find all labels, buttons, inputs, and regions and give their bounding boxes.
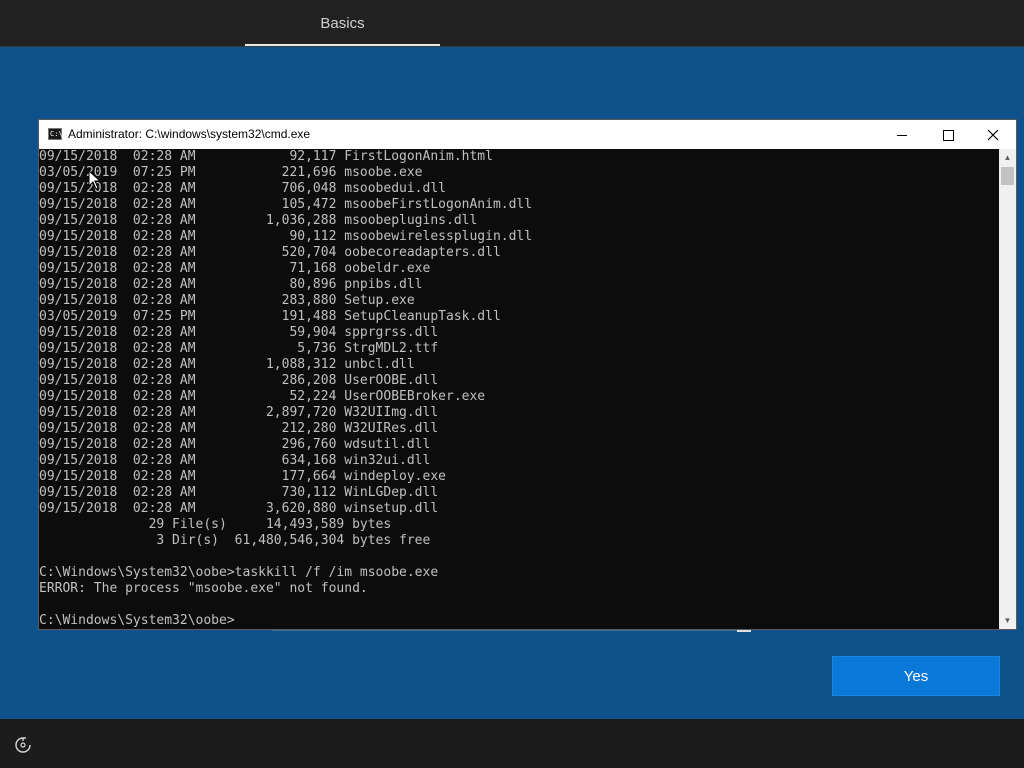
console-line: 09/15/2018 02:28 AM 80,896 pnpibs.dll bbox=[39, 277, 423, 292]
console-line: C:\Windows\System32\oobe> bbox=[39, 613, 235, 628]
maximize-button[interactable] bbox=[925, 120, 971, 149]
console-line: 3 Dir(s) 61,480,546,304 bytes free bbox=[39, 533, 431, 548]
scroll-up-icon[interactable]: ▲ bbox=[999, 149, 1016, 166]
console-line: 09/15/2018 02:28 AM 105,472 msoobeFirstL… bbox=[39, 197, 533, 212]
cmd-window-title: Administrator: C:\windows\system32\cmd.e… bbox=[68, 127, 311, 141]
console-line: 09/15/2018 02:28 AM 5,736 StrgMDL2.ttf bbox=[39, 341, 439, 356]
console-line: 09/15/2018 02:28 AM 71,168 oobeldr.exe bbox=[39, 261, 431, 276]
minimize-icon bbox=[897, 134, 907, 136]
scrollbar-thumb[interactable] bbox=[1001, 167, 1014, 185]
maximize-icon bbox=[942, 129, 954, 141]
mouse-cursor-icon bbox=[88, 170, 102, 190]
console-line: 03/05/2019 07:25 PM 191,488 SetupCleanup… bbox=[39, 309, 501, 324]
console-line: 09/15/2018 02:28 AM 730,112 WinLGDep.dll bbox=[39, 485, 439, 500]
cmd-titlebar[interactable]: C:\ Administrator: C:\windows\system32\c… bbox=[39, 120, 1016, 149]
scroll-down-icon[interactable]: ▼ bbox=[999, 612, 1016, 629]
console-line: 09/15/2018 02:28 AM 1,036,288 msoobeplug… bbox=[39, 213, 478, 228]
console-line: 09/15/2018 02:28 AM 1,088,312 unbcl.dll bbox=[39, 357, 415, 372]
close-icon bbox=[987, 129, 999, 141]
console-line: 09/15/2018 02:28 AM 706,048 msoobedui.dl… bbox=[39, 181, 446, 196]
cmd-window[interactable]: C:\ Administrator: C:\windows\system32\c… bbox=[39, 120, 1016, 629]
console-line: 09/15/2018 02:28 AM 212,280 W32UIRes.dll bbox=[39, 421, 439, 436]
console-line: 09/15/2018 02:28 AM 520,704 oobecoreadap… bbox=[39, 245, 501, 260]
accessibility-icon[interactable] bbox=[14, 736, 32, 754]
console-output[interactable]: 09/15/2018 02:28 AM 92,117 FirstLogonAni… bbox=[39, 149, 999, 629]
yes-button[interactable]: Yes bbox=[832, 656, 1000, 696]
console-line: 09/15/2018 02:28 AM 52,224 UserOOBEBroke… bbox=[39, 389, 486, 404]
minimize-button[interactable] bbox=[879, 120, 925, 149]
console-line: 09/15/2018 02:28 AM 283,880 Setup.exe bbox=[39, 293, 415, 308]
console-line: 09/15/2018 02:28 AM 296,760 wdsutil.dll bbox=[39, 437, 431, 452]
oobe-top-bar: Basics bbox=[0, 0, 1024, 47]
console-line: 09/15/2018 02:28 AM 286,208 UserOOBE.dll bbox=[39, 373, 439, 388]
progress-line bbox=[272, 629, 742, 631]
console-line: 09/15/2018 02:28 AM 177,664 windeploy.ex… bbox=[39, 469, 446, 484]
console-line: 09/15/2018 02:28 AM 634,168 win32ui.dll bbox=[39, 453, 431, 468]
console-line: ERROR: The process "msoobe.exe" not foun… bbox=[39, 581, 368, 596]
console-line: C:\Windows\System32\oobe>taskkill /f /im… bbox=[39, 565, 439, 580]
close-button[interactable] bbox=[970, 120, 1016, 149]
console-line: 09/15/2018 02:28 AM 92,117 FirstLogonAni… bbox=[39, 149, 493, 164]
console-line: 09/15/2018 02:28 AM 59,904 spprgrss.dll bbox=[39, 325, 439, 340]
console-scrollbar[interactable]: ▲ ▼ bbox=[999, 149, 1016, 629]
oobe-footer bbox=[0, 719, 1024, 768]
cmd-icon: C:\ bbox=[48, 128, 63, 140]
console-line: 09/15/2018 02:28 AM 90,112 msoobewireles… bbox=[39, 229, 533, 244]
tab-basics[interactable]: Basics bbox=[245, 0, 440, 46]
console-line: 09/15/2018 02:28 AM 3,620,880 winsetup.d… bbox=[39, 501, 439, 516]
console-line: 03/05/2019 07:25 PM 221,696 msoobe.exe bbox=[39, 165, 423, 180]
console-line: 09/15/2018 02:28 AM 2,897,720 W32UIImg.d… bbox=[39, 405, 439, 420]
console-line: 29 File(s) 14,493,589 bytes bbox=[39, 517, 392, 532]
